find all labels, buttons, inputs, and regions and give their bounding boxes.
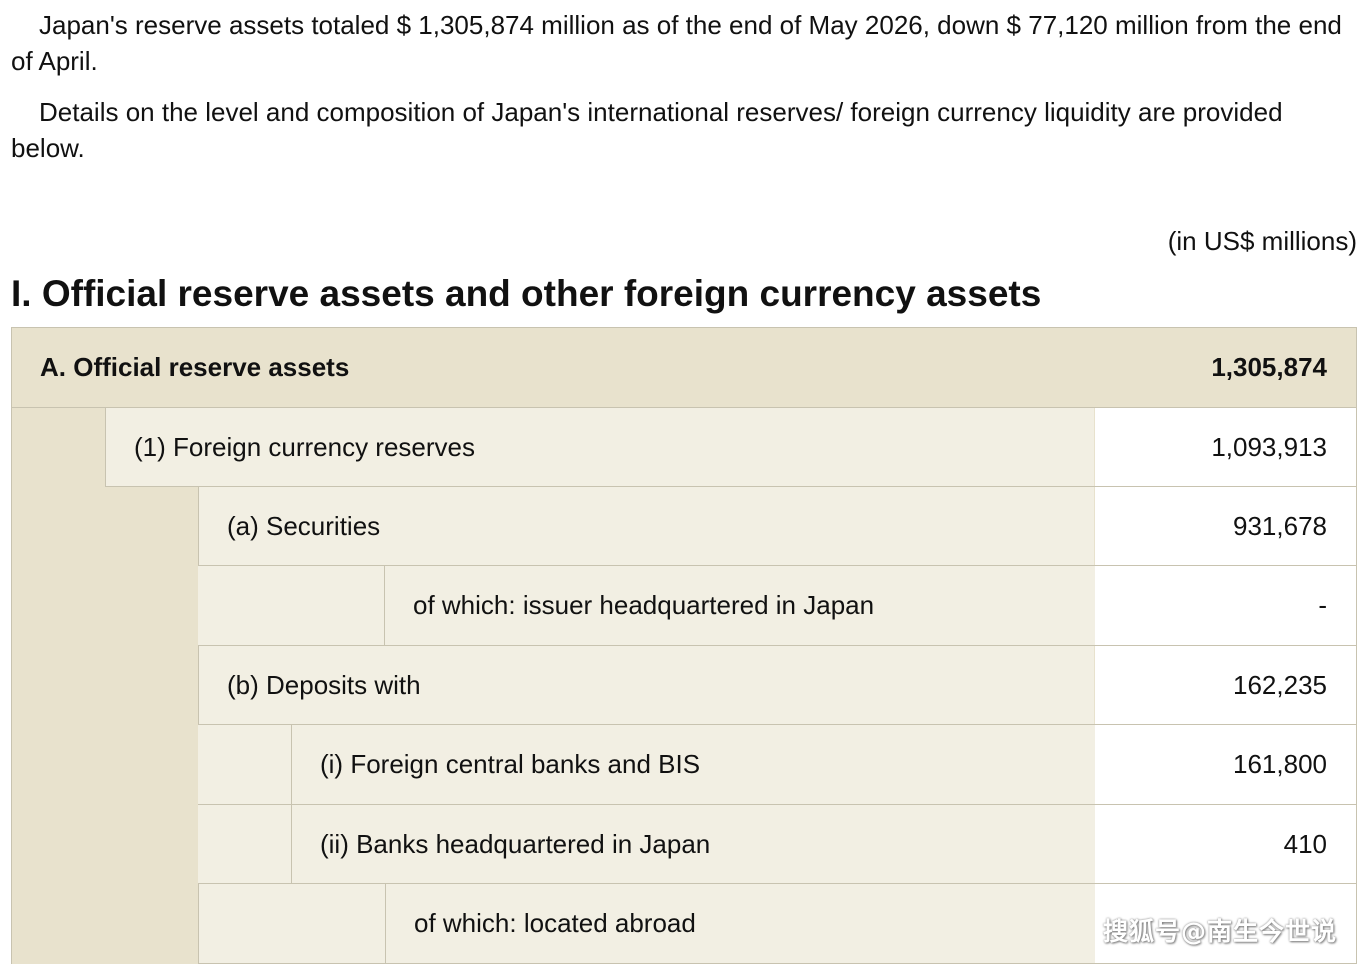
row-value: 1,093,913 bbox=[1095, 408, 1356, 486]
table-row-foreign-currency-reserves: (1) Foreign currency reserves 1,093,913 bbox=[105, 408, 1356, 487]
units-note: (in US$ millions) bbox=[1167, 226, 1357, 256]
row-value: 162,235 bbox=[1095, 646, 1356, 724]
table-row-deposits-with: (b) Deposits with 162,235 bbox=[198, 646, 1356, 725]
row-label: A. Official reserve assets bbox=[12, 328, 1094, 407]
table-row-securities: (a) Securities 931,678 bbox=[198, 487, 1356, 566]
row-value: 931,678 bbox=[1095, 487, 1356, 565]
table-row-securities-issuer-japan: of which: issuer headquartered in Japan … bbox=[198, 566, 1356, 646]
watermark: 搜狐号@南生今世说 bbox=[1102, 917, 1337, 946]
section-title: I. Official reserve assets and other for… bbox=[11, 273, 1042, 314]
row-label: of which: located abroad bbox=[385, 884, 1094, 963]
row-value: 1,305,874 bbox=[1095, 328, 1356, 407]
intro-paragraph-total: Japan's reserve assets totaled $ 1,305,8… bbox=[11, 10, 1342, 76]
table-row-official-reserve-assets: A. Official reserve assets 1,305,874 bbox=[12, 328, 1356, 408]
row-value: 410 bbox=[1095, 805, 1356, 883]
row-label: (1) Foreign currency reserves bbox=[105, 408, 1094, 486]
row-label: of which: issuer headquartered in Japan bbox=[384, 566, 1094, 645]
row-value: - bbox=[1095, 566, 1356, 645]
intro-paragraph-details: Details on the level and composition of … bbox=[11, 97, 1283, 163]
table-row-foreign-central-banks: (i) Foreign central banks and BIS 161,80… bbox=[198, 725, 1356, 805]
reserve-assets-table: A. Official reserve assets 1,305,874 (1)… bbox=[11, 327, 1357, 964]
page: Japan's reserve assets totaled $ 1,305,8… bbox=[0, 0, 1369, 964]
row-label: (ii) Banks headquartered in Japan bbox=[291, 805, 1094, 883]
row-label: (a) Securities bbox=[198, 487, 1094, 565]
table-row-banks-headquartered-japan: (ii) Banks headquartered in Japan 410 bbox=[198, 805, 1356, 884]
row-label: (i) Foreign central banks and BIS bbox=[291, 725, 1094, 804]
row-label: (b) Deposits with bbox=[198, 646, 1094, 724]
row-value: 161,800 bbox=[1095, 725, 1356, 804]
